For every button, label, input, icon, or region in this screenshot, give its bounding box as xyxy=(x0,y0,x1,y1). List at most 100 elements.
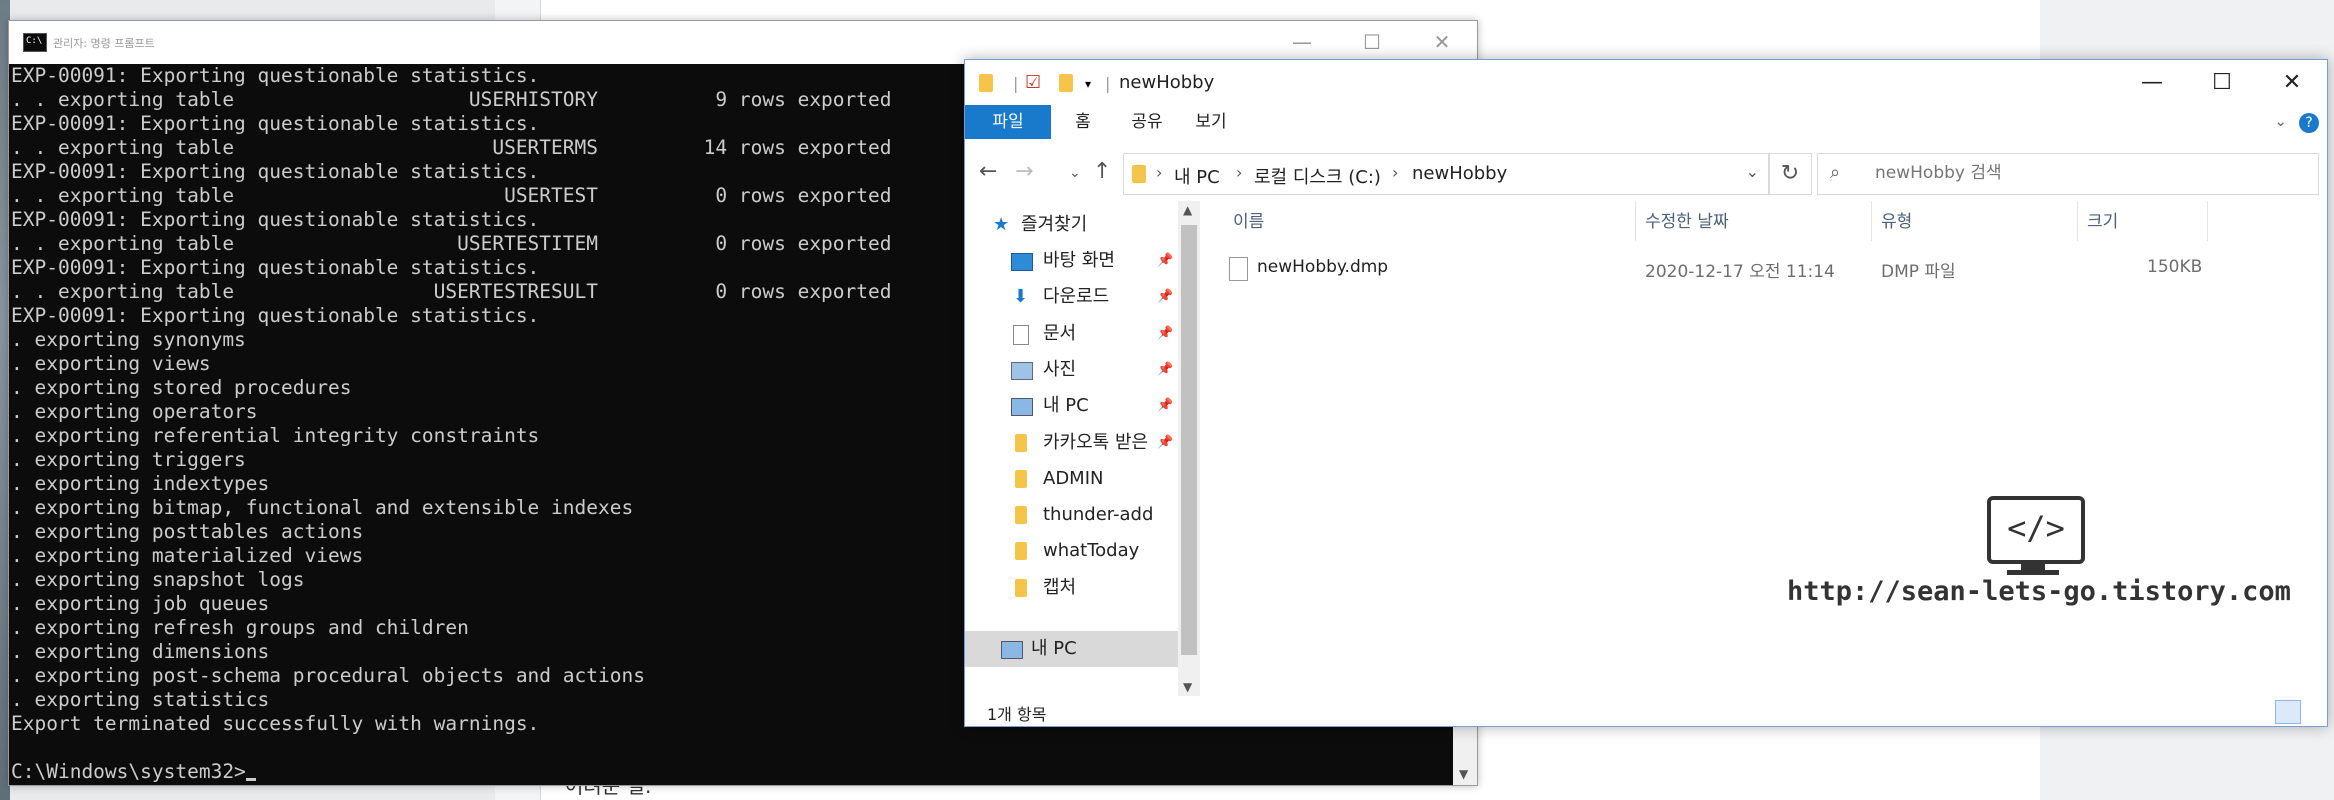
text-cursor xyxy=(245,778,256,781)
download-icon: ⬇ xyxy=(1013,286,1029,308)
breadcrumb-local-disk[interactable]: 로컬 디스크 (C:) xyxy=(1254,163,1381,189)
new-folder-icon[interactable] xyxy=(1059,72,1073,93)
sidebar-item-label: 다운로드 xyxy=(1043,286,1110,308)
help-icon[interactable]: ? xyxy=(2299,113,2319,133)
breadcrumb-newhobby[interactable]: newHobby xyxy=(1412,163,1507,184)
file-explorer-window[interactable]: | ☑ ▾ | newHobby — ☐ ✕ 파일 홈 공유 보기 ⌄ ? ← … xyxy=(964,59,2328,727)
folder-icon xyxy=(979,72,993,93)
folder-icon xyxy=(1015,506,1027,525)
item-count: 1개 항목 xyxy=(987,705,1047,724)
file-type: DMP 파일 xyxy=(1881,262,1956,282)
sidebar-item-label: 사진 xyxy=(1043,358,1077,380)
pin-icon[interactable]: 📌 xyxy=(1157,243,1173,279)
scroll-down-icon[interactable]: ▼ xyxy=(1459,767,1468,781)
column-divider[interactable] xyxy=(2077,201,2078,241)
sidebar-item[interactable]: ADMIN xyxy=(965,461,1180,497)
explorer-title-bar[interactable]: | ☑ ▾ | newHobby — ☐ ✕ xyxy=(965,60,2327,105)
expand-ribbon-icon[interactable]: ⌄ xyxy=(2274,112,2287,130)
pc-icon xyxy=(1001,641,1023,659)
nav-quick-access-label: 즐겨찾기 xyxy=(1021,214,1088,235)
picture-icon xyxy=(1011,361,1033,380)
sidebar-item[interactable]: whatToday xyxy=(965,533,1180,569)
sidebar-item-label: thunder-add xyxy=(1043,504,1154,526)
sidebar-item[interactable]: 사진 📌 xyxy=(965,352,1180,388)
tab-share[interactable]: 공유 xyxy=(1115,105,1179,139)
status-bar: 1개 항목 xyxy=(965,696,2327,726)
close-button[interactable]: ✕ xyxy=(1407,21,1477,64)
file-size: 150KB xyxy=(2147,257,2203,277)
close-button[interactable]: ✕ xyxy=(2257,60,2327,105)
column-divider[interactable] xyxy=(2207,201,2208,241)
chevron-right-icon[interactable]: › xyxy=(1236,163,1242,182)
maximize-button[interactable]: ☐ xyxy=(1337,21,1407,64)
chevron-right-icon[interactable]: › xyxy=(1392,163,1398,182)
sidebar-item[interactable]: 내 PC 📌 xyxy=(965,388,1180,424)
column-header-size[interactable]: 크기 xyxy=(2087,207,2118,232)
console-title-bar[interactable]: C:\ 관리자: 명령 프롬프트 — ☐ ✕ xyxy=(9,21,1477,64)
sidebar-item[interactable]: 바탕 화면 📌 xyxy=(965,243,1180,279)
file-name: newHobby.dmp xyxy=(1257,257,1389,277)
document-icon xyxy=(1013,324,1029,345)
column-header-type[interactable]: 유형 xyxy=(1881,207,1912,232)
large-icons-view-icon[interactable] xyxy=(2303,700,2327,722)
search-input[interactable] xyxy=(1873,162,2297,184)
sidebar-item[interactable]: 카카오톡 받은 📌 xyxy=(965,425,1180,461)
console-prompt-line[interactable]: C:\Windows\system32> xyxy=(9,760,1453,784)
code-monitor-icon: </> xyxy=(1987,496,2085,564)
nav-scrollbar[interactable]: ▲ ▼ xyxy=(1178,201,1200,696)
up-icon[interactable]: ↑ xyxy=(1093,159,1111,184)
file-modified: 2020-12-17 오전 11:14 xyxy=(1645,262,1835,282)
folder-icon xyxy=(1015,542,1027,561)
column-divider[interactable] xyxy=(1635,201,1636,241)
column-divider[interactable] xyxy=(1871,201,1872,241)
scrollbar-thumb[interactable] xyxy=(1181,225,1197,655)
customize-qat-icon[interactable]: ▾ xyxy=(1085,77,1091,91)
file-row[interactable]: newHobby.dmp 2020-12-17 오전 11:14 DMP 파일 … xyxy=(1201,251,2261,287)
star-icon: ★ xyxy=(993,214,1010,235)
refresh-button[interactable]: ↻ xyxy=(1768,153,1812,195)
address-row: ← → ⌄ ↑ › 내 PC › 로컬 디스크 (C:) › newHobby … xyxy=(965,145,2327,202)
pin-icon[interactable]: 📌 xyxy=(1157,425,1173,461)
back-icon[interactable]: ← xyxy=(979,159,997,184)
tab-home[interactable]: 홈 xyxy=(1051,105,1115,139)
file-icon xyxy=(1229,257,1248,281)
sidebar-item[interactable]: 캡처 xyxy=(965,570,1180,606)
column-header-modified[interactable]: 수정한 날짜 xyxy=(1645,207,1729,232)
sidebar-item-label: 캡처 xyxy=(1043,576,1077,598)
pin-icon[interactable]: 📌 xyxy=(1157,352,1173,388)
sidebar-item-this-pc[interactable]: 내 PC xyxy=(965,631,1180,667)
sidebar-item[interactable]: 문서 📌 xyxy=(965,316,1180,352)
desktop-icon xyxy=(1011,253,1033,271)
forward-icon[interactable]: → xyxy=(1015,159,1033,184)
ribbon-tabs: 파일 홈 공유 보기 ⌄ ? xyxy=(965,105,2327,139)
address-bar[interactable]: › 내 PC › 로컬 디스크 (C:) › newHobby ⌄ xyxy=(1123,153,1770,195)
nav-quick-access[interactable]: ★ 즐겨찾기 xyxy=(965,207,1180,243)
sidebar-item[interactable]: ⬇ 다운로드 📌 xyxy=(965,279,1180,315)
folder-icon xyxy=(1132,163,1146,184)
properties-icon[interactable]: ☑ xyxy=(1025,72,1041,93)
search-icon: ⌕ xyxy=(1830,162,1841,183)
scroll-up-icon[interactable]: ▲ xyxy=(1183,203,1192,217)
column-header-name[interactable]: 이름 xyxy=(1233,207,1264,232)
search-box[interactable]: ⌕ xyxy=(1817,153,2319,195)
pin-icon[interactable]: 📌 xyxy=(1157,279,1173,315)
pin-icon[interactable]: 📌 xyxy=(1157,388,1173,424)
tab-file[interactable]: 파일 xyxy=(965,105,1051,139)
tab-view[interactable]: 보기 xyxy=(1179,105,1243,139)
maximize-button[interactable]: ☐ xyxy=(2187,60,2257,105)
recent-locations-icon[interactable]: ⌄ xyxy=(1069,165,1081,181)
sidebar-item[interactable]: thunder-add xyxy=(965,497,1180,533)
breadcrumb-this-pc[interactable]: 내 PC xyxy=(1174,163,1220,189)
minimize-button[interactable]: — xyxy=(2117,60,2187,105)
explorer-title: newHobby xyxy=(1119,72,1215,93)
chevron-right-icon[interactable]: › xyxy=(1156,163,1162,182)
chevron-down-icon[interactable]: ⌄ xyxy=(1746,162,1759,181)
folder-icon xyxy=(1015,469,1027,488)
pc-icon xyxy=(1011,398,1033,417)
minimize-button[interactable]: — xyxy=(1267,21,1337,64)
folder-icon xyxy=(1015,433,1027,452)
scroll-down-icon[interactable]: ▼ xyxy=(1183,680,1192,694)
details-view-icon[interactable] xyxy=(2275,700,2301,724)
pin-icon[interactable]: 📌 xyxy=(1157,316,1173,352)
file-list: 이름 수정한 날짜 유형 크기 newHobby.dmp 2020-12-17 … xyxy=(1201,201,2326,696)
